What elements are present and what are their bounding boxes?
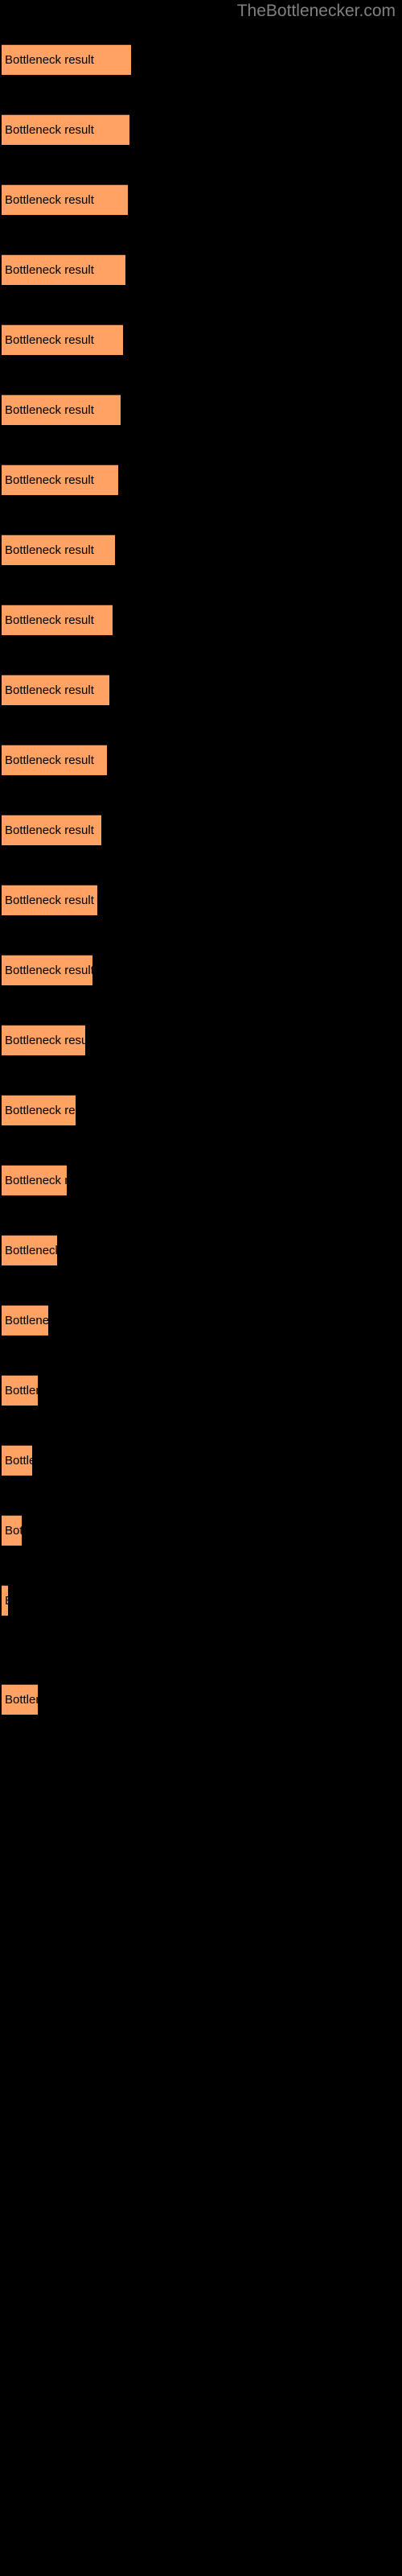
bar-label: Bottleneck result (5, 1104, 76, 1117)
bar-label: Bottleneck result (5, 1034, 85, 1047)
bar[interactable]: Bottleneck result (2, 44, 131, 75)
bar-row: Bottleneck result (0, 675, 402, 706)
bar[interactable]: Bottleneck result (2, 1165, 67, 1195)
bar-row: Bottleneck result (0, 464, 402, 496)
bar-label: Bottleneck result (5, 1454, 32, 1468)
bar-label: Bottleneck result (5, 53, 94, 67)
bar[interactable]: Bottleneck result (2, 184, 128, 215)
bar[interactable]: Bottleneck result (2, 605, 113, 635)
bar-row: Bottleneck result (0, 394, 402, 426)
bar-label: Bottleneck result (5, 894, 94, 907)
bar-label: Bottleneck result (5, 543, 94, 557)
bar-label: Bottleneck result (5, 1593, 8, 1609)
bar[interactable]: Bottleneck result (2, 1684, 38, 1715)
bar-row: Bottleneck result (0, 605, 402, 636)
bar[interactable]: Bottleneck result (2, 1515, 22, 1546)
bar-label: Bottleneck result (5, 683, 94, 697)
bar[interactable]: Bottleneck result (2, 885, 97, 915)
bar-label: Bottleneck result (5, 964, 92, 977)
bar-label: Bottleneck result (5, 1524, 22, 1538)
bar-row: Bottleneck result (0, 44, 402, 76)
bar-chart: Bottleneck result Bottleneck result Bottle… (0, 0, 402, 2576)
bar-row: Bottleneck result (0, 955, 402, 986)
bar[interactable]: Bottleneck result (2, 254, 125, 285)
bar-label: Bottleneck result (5, 1314, 48, 1327)
bar-row: Bottleneck result (0, 745, 402, 776)
bar-row: Bottleneck result (0, 885, 402, 916)
bar[interactable]: Bottleneck result (2, 1235, 57, 1265)
bar-label: Bottleneck result (5, 333, 94, 347)
bar-row: Bottleneck result (0, 114, 402, 146)
bar-label: Bottleneck result (5, 473, 94, 487)
bar-row: Bottleneck result (0, 815, 402, 846)
bar[interactable]: Bottleneck result (2, 394, 121, 425)
bar-row: Bottleneck result (0, 1235, 402, 1266)
bar[interactable]: Bottleneck result (2, 1585, 8, 1616)
bar[interactable]: Bottleneck result (2, 1095, 76, 1125)
bar-label: Bottleneck result (5, 1693, 38, 1707)
bar-label: Bottleneck result (5, 824, 94, 837)
bar-label: Bottleneck result (5, 1174, 67, 1187)
bar-row: Bottleneck result (0, 184, 402, 216)
bar-row: Bottleneck result (0, 1165, 402, 1196)
bar[interactable]: Bottleneck result (2, 114, 129, 145)
bar[interactable]: Bottleneck result (2, 324, 123, 355)
bar-label: Bottleneck result (5, 123, 94, 137)
bar-label: Bottleneck result (5, 1384, 38, 1397)
bar-label: Bottleneck result (5, 403, 94, 417)
bar-label: Bottleneck result (5, 753, 94, 767)
bar[interactable]: Bottleneck result (2, 1445, 32, 1476)
bar-row: Bottleneck result (0, 1585, 402, 1616)
bar-label: Bottleneck result (5, 613, 94, 627)
bar[interactable]: Bottleneck result (2, 1305, 48, 1335)
bar[interactable]: Bottleneck result (2, 1025, 85, 1055)
bar[interactable]: Bottleneck result (2, 815, 101, 845)
bar-row: Bottleneck result (0, 254, 402, 286)
bar[interactable]: Bottleneck result (2, 535, 115, 565)
bar[interactable]: Bottleneck result (2, 464, 118, 495)
bar[interactable]: Bottleneck result (2, 1375, 38, 1406)
page-title: TheBottlenecker.com (236, 2, 396, 20)
bar-row: Bottleneck result (0, 1095, 402, 1126)
bar-row: Bottleneck result (0, 1375, 402, 1406)
bar[interactable]: Bottleneck result (2, 675, 109, 705)
bar-row: Bottleneck result (0, 1305, 402, 1336)
bar-label: Bottleneck result (5, 193, 94, 207)
bar-row: Bottleneck result (0, 1515, 402, 1546)
bar-row: Bottleneck result (0, 1025, 402, 1056)
bar-label: Bottleneck result (5, 1244, 57, 1257)
bar-row: Bottleneck result (0, 324, 402, 356)
bar-row: Bottleneck result (0, 1445, 402, 1476)
bar-label: Bottleneck result (5, 263, 94, 277)
bar-row: Bottleneck result (0, 1684, 402, 1715)
bar[interactable]: Bottleneck result (2, 955, 92, 985)
bar[interactable]: Bottleneck result (2, 745, 107, 775)
bar-row: Bottleneck result (0, 535, 402, 566)
